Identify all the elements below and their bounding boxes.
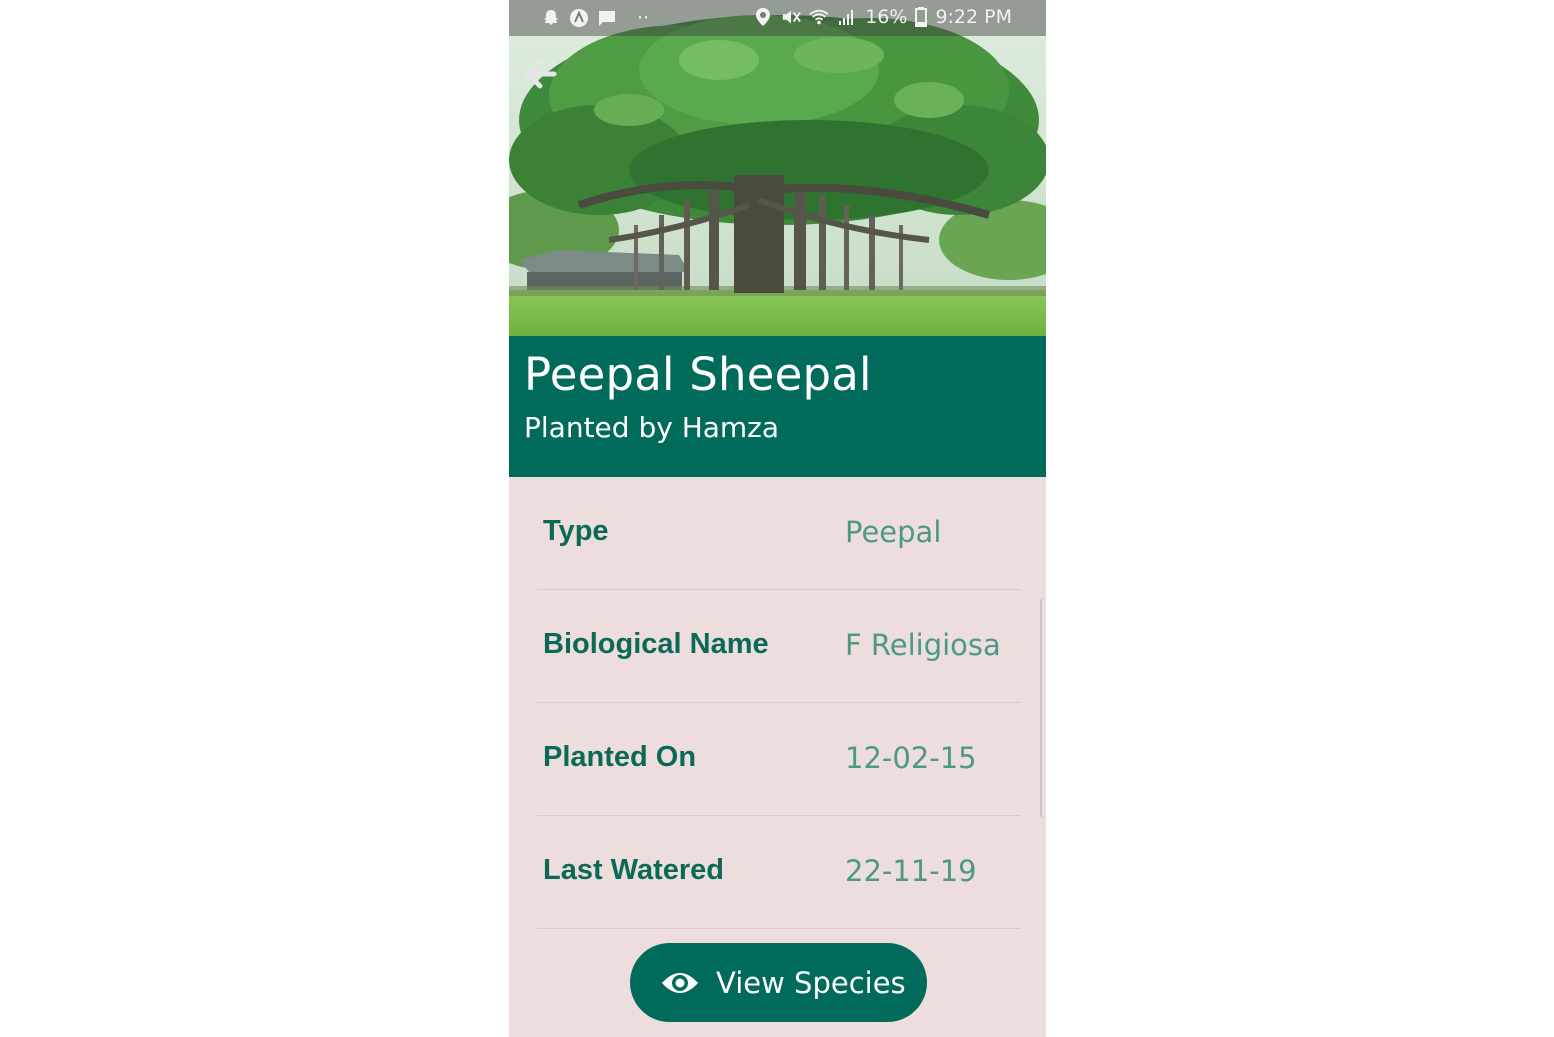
message-icon xyxy=(597,7,617,29)
detail-row-last-watered: Last Watered 22-11-19 xyxy=(537,816,1021,929)
detail-label: Planted On xyxy=(543,741,697,773)
mute-icon xyxy=(781,6,802,28)
title-band: Peepal Sheepal Planted by Hamza xyxy=(509,336,1046,477)
battery-percent: 16% xyxy=(865,6,908,28)
detail-value: 22-11-19 xyxy=(845,854,977,888)
eye-icon xyxy=(662,972,698,993)
detail-label: Type xyxy=(543,515,609,547)
more-notifications: ·· xyxy=(637,7,650,29)
view-species-button[interactable]: View Species xyxy=(630,943,927,1022)
tree-name: Peepal Sheepal xyxy=(524,348,872,401)
detail-value: Peepal xyxy=(845,515,942,549)
snapchat-icon xyxy=(541,7,561,29)
detail-value: F Religiosa xyxy=(845,628,1001,662)
detail-row-biological-name: Biological Name F Religiosa xyxy=(537,590,1021,703)
arrow-left-icon xyxy=(525,59,557,89)
planted-by: Planted by Hamza xyxy=(524,411,780,444)
status-bar: ·· 16% 9:22 PM xyxy=(509,0,1046,36)
app-screen: ·· 16% 9:22 PM Peepal Sheepal Planted by… xyxy=(509,0,1046,1037)
detail-label: Biological Name xyxy=(543,628,769,660)
app-icon xyxy=(569,7,589,29)
details-list: Type Peepal Biological Name F Religiosa … xyxy=(509,477,1046,929)
signal-icon xyxy=(837,6,857,28)
scroll-indicator[interactable] xyxy=(1040,598,1046,818)
clock: 9:22 PM xyxy=(935,6,1012,28)
wifi-icon xyxy=(809,6,829,28)
tree-photo: ·· 16% 9:22 PM xyxy=(509,0,1046,336)
detail-label: Last Watered xyxy=(543,854,725,886)
location-icon xyxy=(753,6,773,28)
battery-icon xyxy=(915,6,928,28)
detail-row-planted-on: Planted On 12-02-15 xyxy=(537,703,1021,816)
detail-row-type: Type Peepal xyxy=(537,477,1021,590)
view-species-label: View Species xyxy=(716,965,906,1000)
back-button[interactable] xyxy=(521,54,561,94)
detail-value: 12-02-15 xyxy=(845,741,977,775)
